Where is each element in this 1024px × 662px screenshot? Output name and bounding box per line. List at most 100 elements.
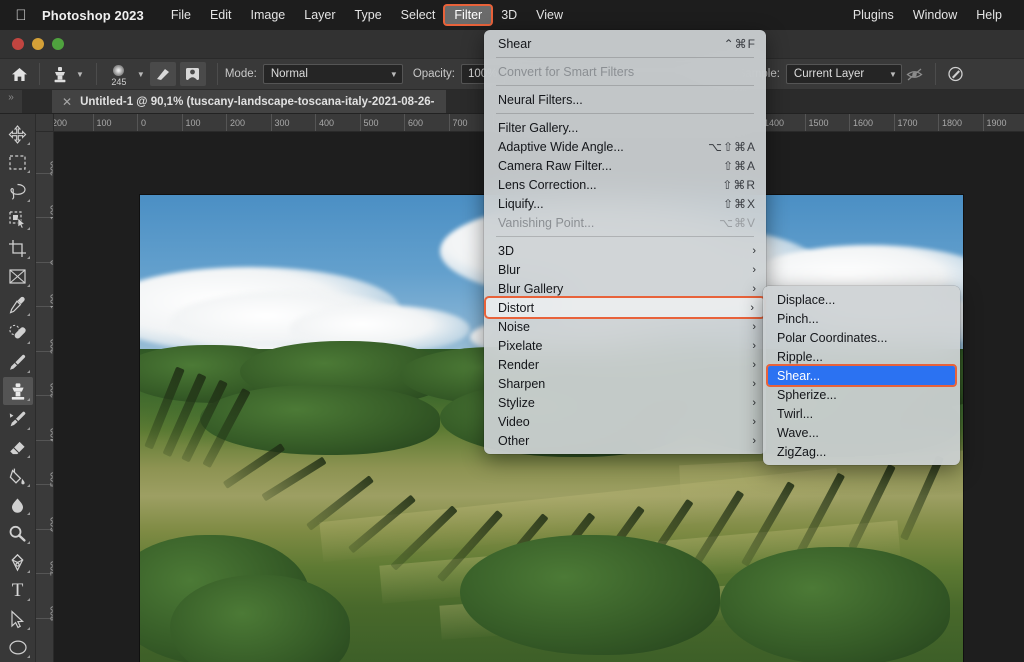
minimize-window-button[interactable] [32,38,44,50]
menu-layer[interactable]: Layer [295,6,344,24]
crop-tool[interactable] [3,234,33,263]
ruler-tick-h: 1800 [938,114,962,132]
tool-preset-chevron-down-icon[interactable]: ▼ [76,70,84,79]
menu-item-neural-filters[interactable]: Neural Filters... [484,90,766,109]
dodge-tool[interactable] [3,519,33,548]
paint-bucket-tool[interactable] [3,462,33,491]
menu-item-vanishing-point: Vanishing Point...⌥⌘V [484,213,766,232]
rectangular-marquee-tool[interactable] [3,149,33,178]
menu-item-label: Blur Gallery [498,282,742,296]
app-name-label[interactable]: Photoshop 2023 [42,8,144,23]
menu-view[interactable]: View [527,6,572,24]
menu-item-distort[interactable]: Distort› [486,298,764,317]
sample-select[interactable]: Current Layer ▼ [786,64,902,84]
menu-item-label: Pixelate [498,339,742,353]
submenu-item-label: Polar Coordinates... [777,331,950,345]
submenu-item-twirl[interactable]: Twirl... [763,404,960,423]
submenu-item-spherize[interactable]: Spherize... [763,385,960,404]
menu-item-label: Liquify... [498,197,723,211]
menu-item-label: Lens Correction... [498,178,722,192]
menu-separator [496,57,754,58]
filter-menu[interactable]: Shear⌃⌘FConvert for Smart FiltersNeural … [484,30,766,454]
submenu-item-displace[interactable]: Displace... [763,290,960,309]
horizontal-type-tool[interactable]: T [3,577,33,606]
submenu-item-ripple[interactable]: Ripple... [763,347,960,366]
menu-image[interactable]: Image [242,6,295,24]
menu-type[interactable]: Type [346,6,391,24]
menu-help[interactable]: Help [967,6,1011,24]
pressure-for-size-icon[interactable] [943,62,969,86]
brush-size-preview[interactable]: 245 [104,61,134,87]
blend-mode-select[interactable]: Normal ▼ [263,64,403,84]
menu-edit[interactable]: Edit [201,6,241,24]
menu-item-lens-correction[interactable]: Lens Correction...⇧⌘R [484,175,766,194]
menu-item-render[interactable]: Render› [484,355,766,374]
menu-select[interactable]: Select [392,6,445,24]
clone-source-icon[interactable] [180,62,206,86]
pen-tool[interactable] [3,548,33,577]
tool-more-indicator [27,655,30,658]
eyedropper-tool[interactable] [3,291,33,320]
tool-more-indicator [27,341,30,344]
menu-item-camera-raw-filter[interactable]: Camera Raw Filter...⇧⌘A [484,156,766,175]
maximize-window-button[interactable] [52,38,64,50]
clone-stamp-icon[interactable] [47,62,73,86]
menu-item-shortcut: ⌥⇧⌘A [708,140,756,154]
menu-item-other[interactable]: Other› [484,431,766,450]
sample-value: Current Layer [794,68,864,80]
document-tab[interactable]: ✕ Untitled-1 @ 90,1% (tuscany-landscape-… [52,90,446,113]
menu-plugins[interactable]: Plugins [844,6,903,24]
menu-item-shear[interactable]: Shear⌃⌘F [484,34,766,53]
frame-tool[interactable] [3,263,33,292]
ruler-tick-v: 100 [36,217,54,262]
ruler-corner[interactable] [36,114,54,132]
brush-settings-icon[interactable] [150,62,176,86]
menu-3d[interactable]: 3D [492,6,526,24]
macos-menu-bar-right: Plugins Window Help [844,6,1024,24]
menu-item-adaptive-wide-angle[interactable]: Adaptive Wide Angle...⌥⇧⌘A [484,137,766,156]
submenu-item-wave[interactable]: Wave... [763,423,960,442]
eraser-tool[interactable] [3,434,33,463]
panel-expander-icon[interactable]: » [0,90,22,113]
clone-stamp-tool[interactable] [3,377,33,406]
apple-logo-icon[interactable]:  [14,7,28,24]
menu-item-blur[interactable]: Blur› [484,260,766,279]
menu-item-video[interactable]: Video› [484,412,766,431]
home-icon[interactable] [6,62,32,86]
menu-item-noise[interactable]: Noise› [484,317,766,336]
menu-item-stylize[interactable]: Stylize› [484,393,766,412]
lasso-tool[interactable] [3,177,33,206]
brush-tool[interactable] [3,348,33,377]
spot-healing-brush-tool[interactable] [3,320,33,349]
ellipse-tool[interactable] [3,634,33,662]
brush-chevron-down-icon[interactable]: ▼ [137,70,145,79]
menu-file[interactable]: File [162,6,200,24]
menu-filter[interactable]: Filter [445,6,491,24]
menu-item-blur-gallery[interactable]: Blur Gallery› [484,279,766,298]
menu-item-3d[interactable]: 3D› [484,241,766,260]
document-tab-title: Untitled-1 @ 90,1% (tuscany-landscape-to… [80,96,434,108]
close-icon[interactable]: ✕ [62,95,72,109]
ruler-tick-h: 100 [182,114,201,132]
menu-separator [496,85,754,86]
close-window-button[interactable] [12,38,24,50]
submenu-item-shear[interactable]: Shear... [768,366,955,385]
blur-tool[interactable] [3,491,33,520]
path-selection-tool[interactable] [3,605,33,634]
submenu-item-pinch[interactable]: Pinch... [763,309,960,328]
menu-window[interactable]: Window [904,6,966,24]
move-tool[interactable] [3,120,33,149]
submenu-item-polar-coordinates[interactable]: Polar Coordinates... [763,328,960,347]
menu-item-pixelate[interactable]: Pixelate› [484,336,766,355]
distort-submenu[interactable]: Displace...Pinch... Polar Coordinates... R… [763,286,960,465]
ignore-adjustment-layers-icon[interactable] [902,62,928,86]
menu-item-sharpen[interactable]: Sharpen› [484,374,766,393]
menu-item-label: Noise [498,320,742,334]
history-brush-tool[interactable] [3,405,33,434]
submenu-item-zigzag[interactable]: ZigZag... [763,442,960,461]
ruler-tick-h: 1700 [894,114,918,132]
menu-item-liquify[interactable]: Liquify...⇧⌘X [484,194,766,213]
menu-item-filter-gallery[interactable]: Filter Gallery... [484,118,766,137]
vertical-ruler[interactable]: 3002001000100200300400500600700800 [36,132,54,662]
object-selection-tool[interactable] [3,206,33,235]
